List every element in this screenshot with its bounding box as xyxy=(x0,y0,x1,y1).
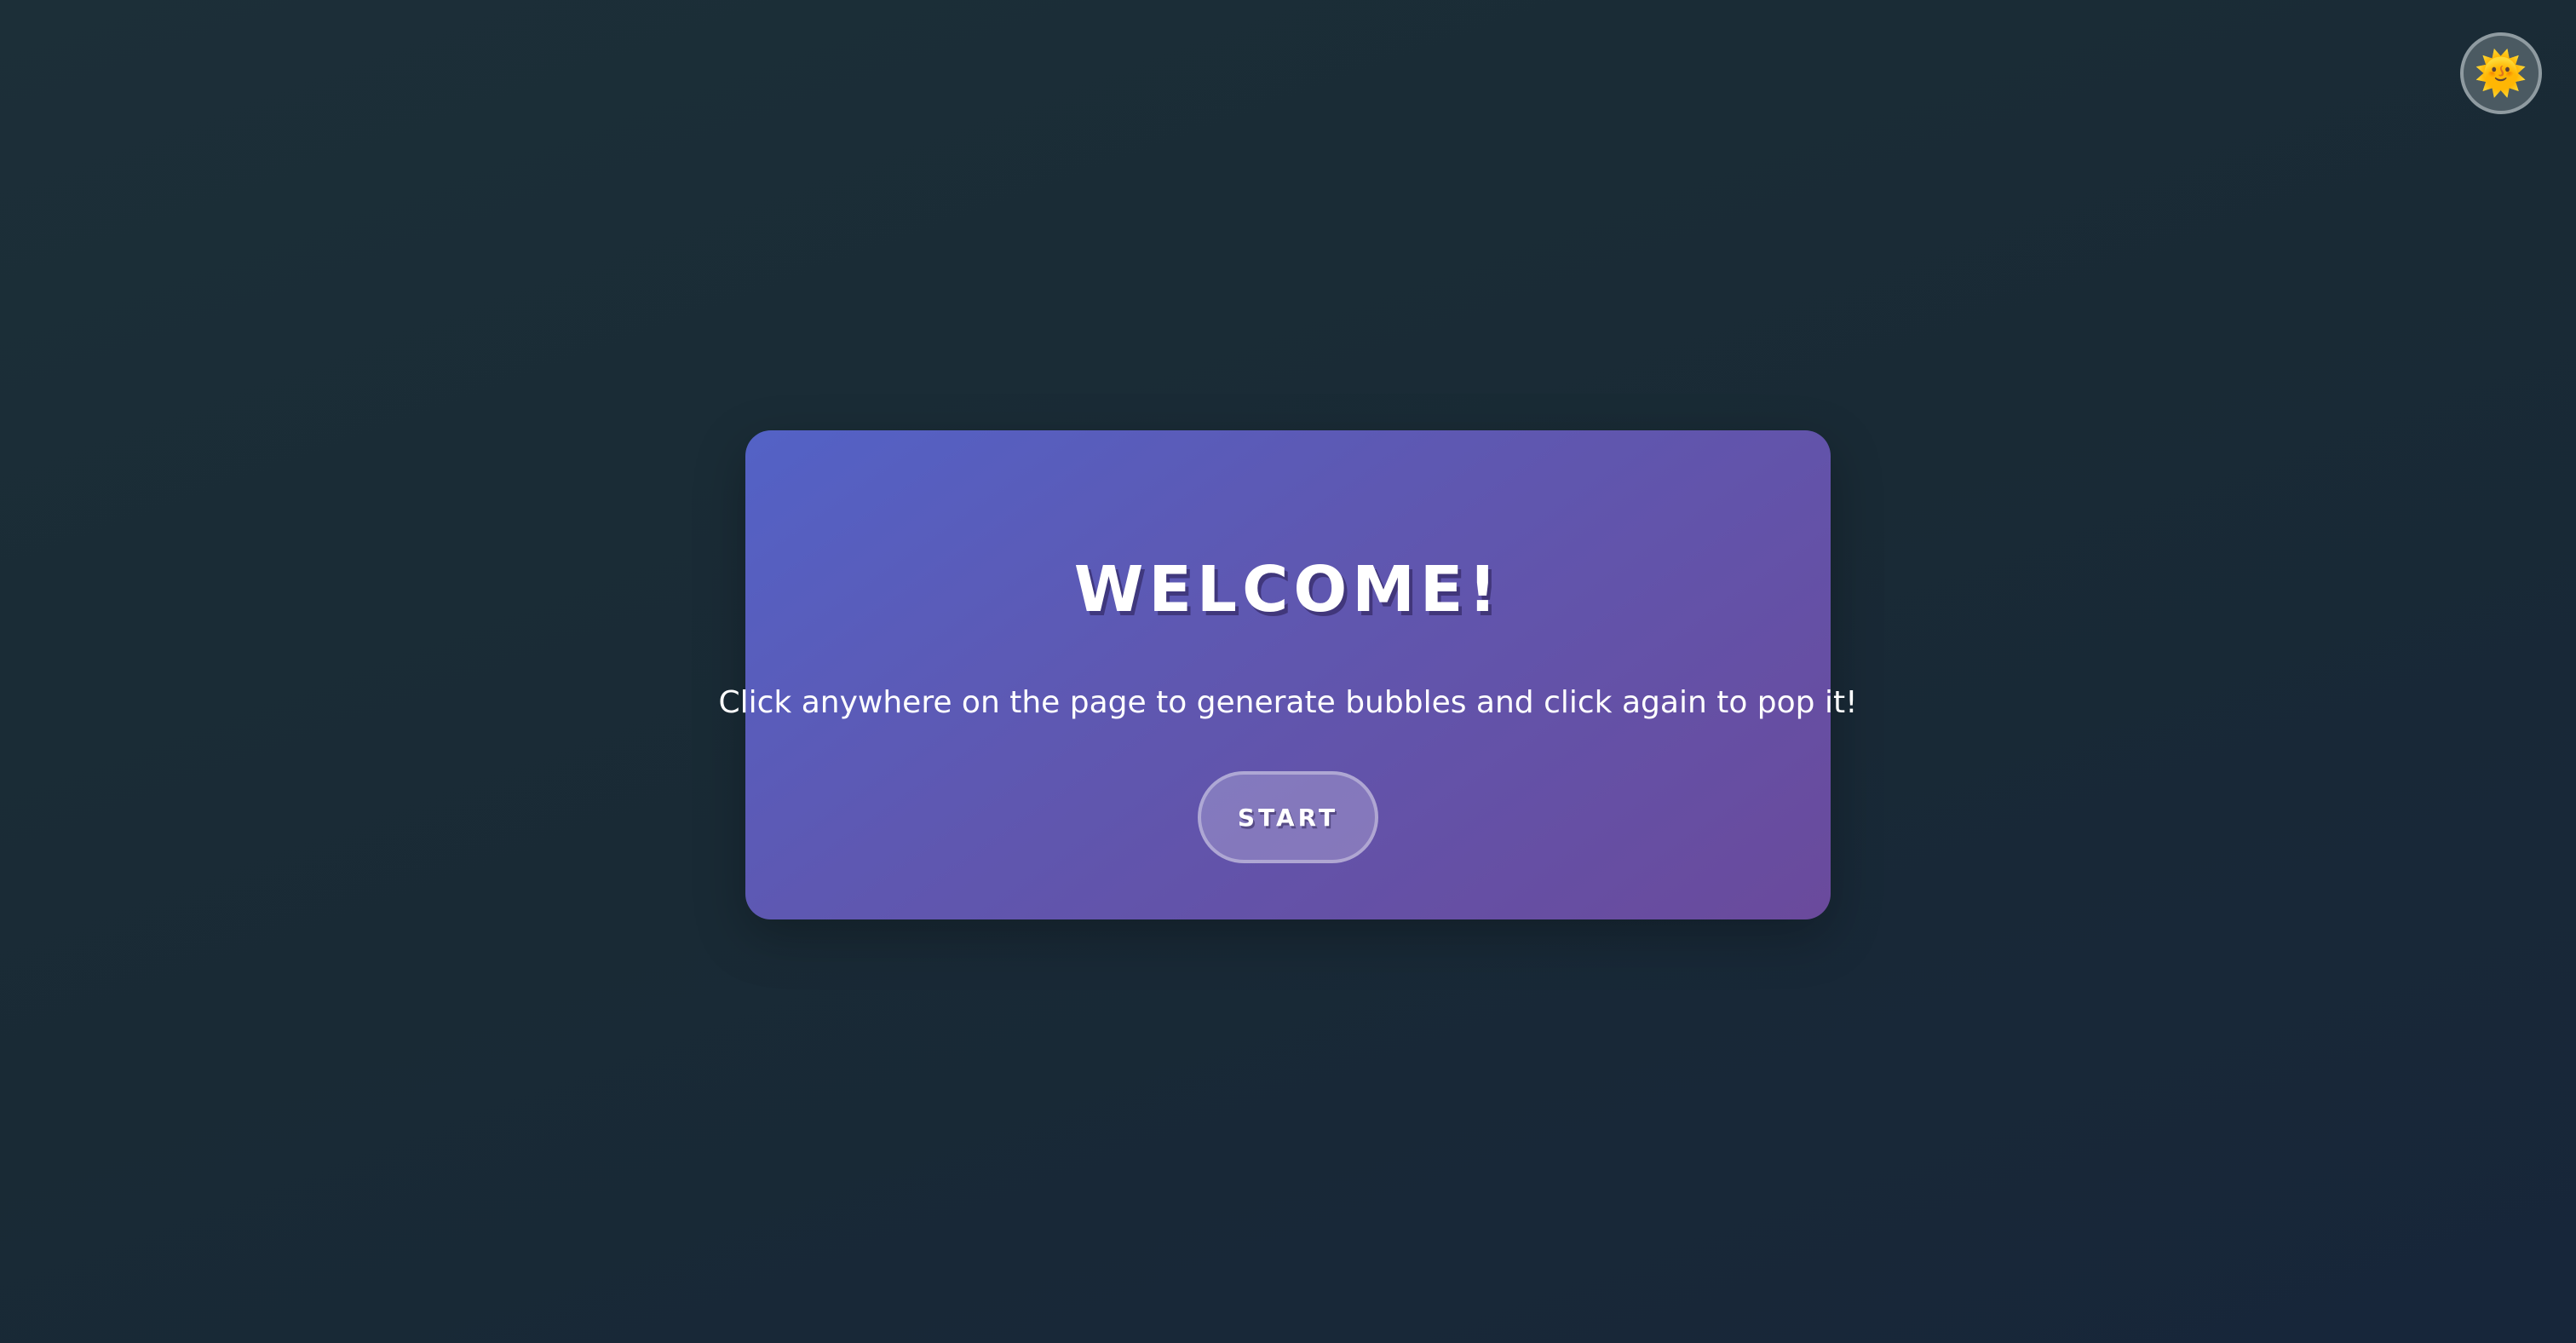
theme-toggle-button[interactable]: 🌞 xyxy=(2460,32,2542,114)
start-button[interactable]: START xyxy=(1198,771,1378,863)
modal-instructions: Click anywhere on the page to generate b… xyxy=(718,685,1858,720)
welcome-modal: WELCOME! Click anywhere on the page to g… xyxy=(719,430,1858,919)
sun-icon: 🌞 xyxy=(2474,49,2528,98)
modal-title: WELCOME! xyxy=(1073,553,1503,626)
